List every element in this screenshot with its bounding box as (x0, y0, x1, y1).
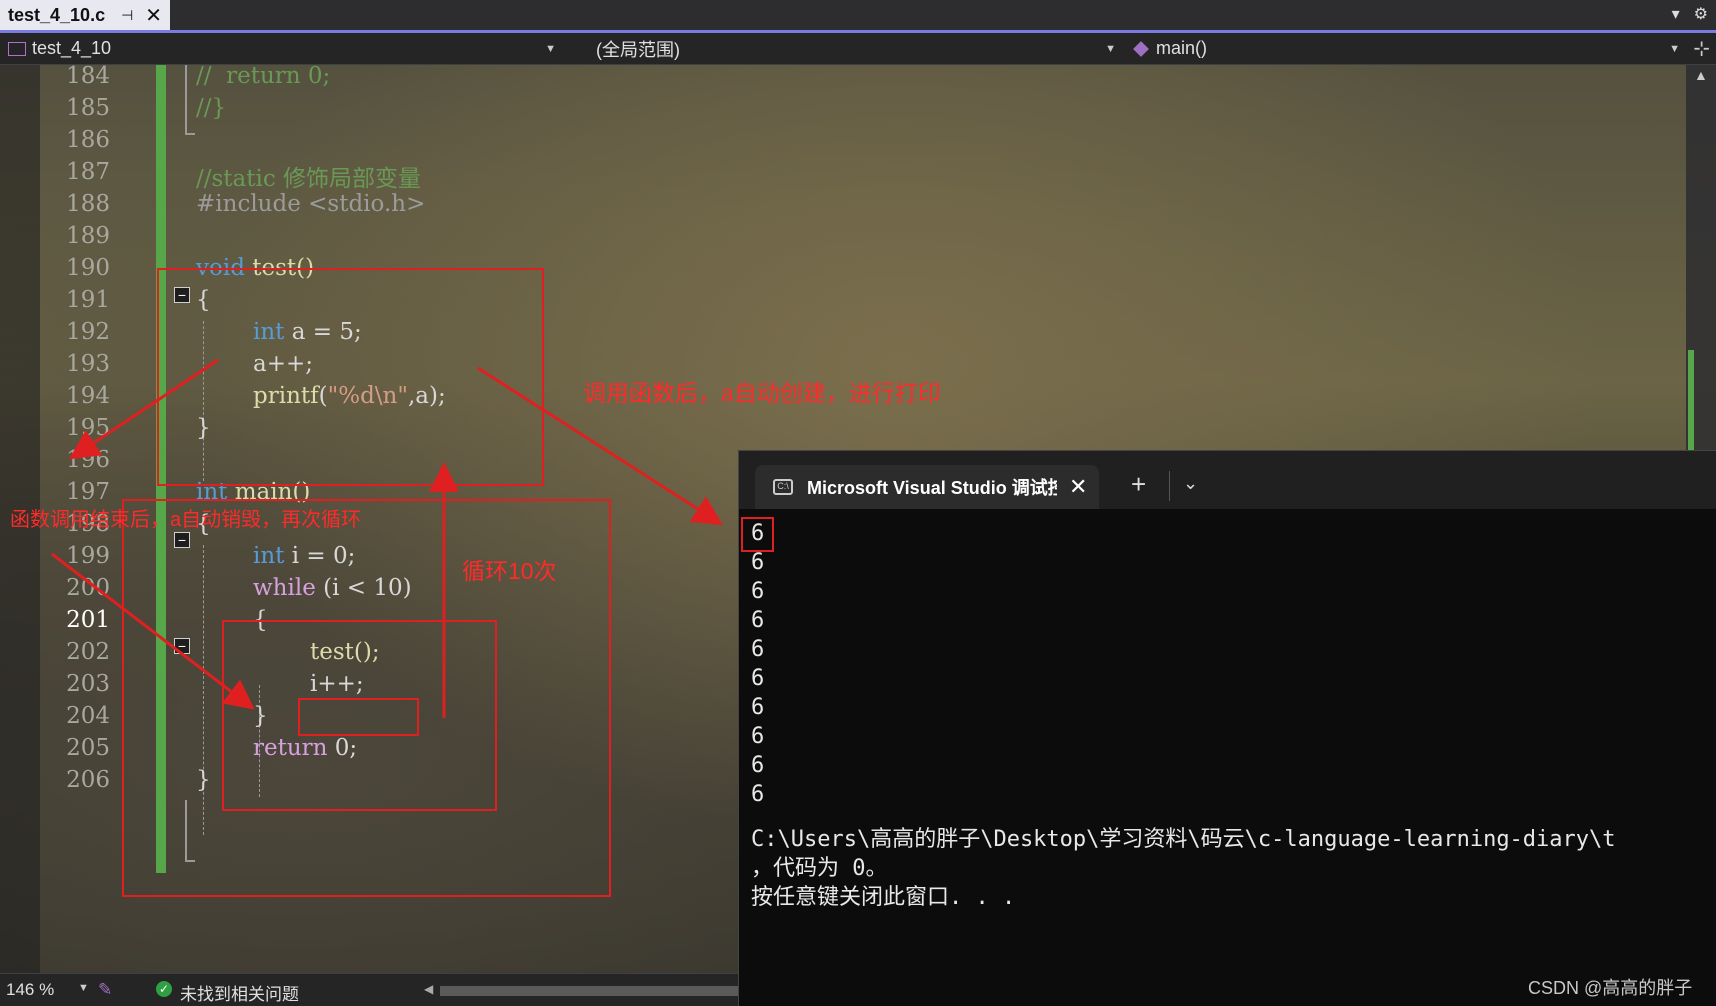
check-circle-icon: ✓ (156, 981, 172, 997)
close-icon[interactable]: ✕ (1069, 474, 1087, 500)
line-number: 189 (66, 223, 110, 249)
chevron-down-icon: ▼ (1105, 42, 1116, 55)
pin-icon[interactable]: ⊣ (121, 7, 133, 24)
tab-title: test_4_10.c (8, 4, 106, 25)
visual-studio-window: test_4_10.c ⊣ ✕ ▾ ⚙ test_4_10 ▼ (全局范围) ▼… (0, 0, 1716, 1006)
terminal-output-line: 6 (751, 608, 765, 633)
member-name: main() (1156, 38, 1208, 58)
terminal-title: Microsoft Visual Studio 调试控制台 (807, 478, 1057, 498)
method-cube-icon (1133, 40, 1149, 57)
line-number: 206 (66, 767, 110, 793)
project-icon (8, 41, 26, 56)
annotation-create-print: 调用函数后，a自动创建，进行打印 (583, 380, 941, 406)
terminal-tab[interactable]: C:\ Microsoft Visual Studio 调试控制台 ✕ (755, 465, 1099, 509)
line-number: 194 (66, 383, 110, 409)
line-number: 191 (66, 287, 110, 313)
line-number: 192 (66, 319, 110, 345)
line-number: 205 (66, 735, 110, 761)
line-number: 186 (66, 127, 110, 153)
line-number: 204 (66, 703, 110, 729)
new-tab-plus-icon[interactable]: + (1131, 469, 1146, 500)
line-number: 203 (66, 671, 110, 697)
terminal-press-key: 按任意键关闭此窗口. . . (751, 885, 1016, 910)
terminal-output-line: 6 (751, 753, 765, 778)
debug-console-window[interactable]: C:\ Microsoft Visual Studio 调试控制台 ✕ + ⌄ … (738, 450, 1716, 1006)
line-number: 190 (66, 255, 110, 281)
line-number: 184 (66, 65, 110, 89)
line-number: 201 (66, 607, 110, 633)
code-line-185: //} (196, 95, 227, 121)
watermark: CSDN @高高的胖子 (1528, 978, 1693, 998)
terminal-output-line: 6 (751, 666, 765, 691)
terminal-exit-line: ，代码为 0。 (751, 856, 888, 881)
annotation-box-test-function (157, 268, 544, 486)
terminal-output-line: 6 (751, 521, 765, 546)
annotation-box-first-output (741, 517, 774, 552)
code-line-188: #include <stdio.h> (196, 191, 426, 217)
code-line-184: // return 0; (196, 65, 331, 89)
project-name: test_4_10 (32, 38, 112, 58)
project-dropdown[interactable]: test_4_10 ▼ (0, 33, 562, 64)
issues-status[interactable]: 未找到相关问题 (180, 980, 299, 1005)
chevron-down-icon[interactable]: ▼ (78, 982, 89, 994)
code-line-187: //static 修饰局部变量 (196, 166, 422, 192)
document-tab-test-4-10[interactable]: test_4_10.c ⊣ ✕ (0, 0, 170, 30)
terminal-path-line: C:\Users\高高的胖子\Desktop\学习资料\码云\c-languag… (751, 827, 1616, 852)
scrollbar-change-marker (1688, 350, 1694, 450)
chevron-down-icon: ▼ (1669, 42, 1680, 55)
annotation-box-test-call (298, 698, 419, 736)
line-number: 200 (66, 575, 110, 601)
line-number: 196 (66, 447, 110, 473)
line-number: 188 (66, 191, 110, 217)
split-view-icon[interactable]: ⊹ (1693, 36, 1710, 61)
terminal-output-line: 6 (751, 579, 765, 604)
scope-label: (全局范围) (596, 39, 680, 60)
terminal-output-line: 6 (751, 695, 765, 720)
chevron-down-icon: ▼ (545, 42, 556, 55)
annotation-loop-10: 循环10次 (462, 558, 557, 584)
terminal-tab-strip: C:\ Microsoft Visual Studio 调试控制台 ✕ + ⌄ (739, 451, 1716, 509)
line-number: 199 (66, 543, 110, 569)
scroll-left-icon[interactable]: ◀ (424, 982, 433, 996)
terminal-output-line: 6 (751, 550, 765, 575)
horizontal-scrollbar[interactable] (440, 986, 738, 996)
line-number: 202 (66, 639, 110, 665)
line-number: 197 (66, 479, 110, 505)
settings-gear-icon[interactable]: ⚙ (1694, 4, 1708, 24)
scope-dropdown[interactable]: (全局范围) ▼ (566, 33, 1122, 64)
status-bar: 146 % ▼ ✎ ✓ 未找到相关问题 ◀ (0, 973, 738, 1006)
line-number: 185 (66, 95, 110, 121)
scope-bracket (185, 65, 195, 135)
close-tab-icon[interactable]: ✕ (145, 3, 162, 28)
line-number: 187 (66, 159, 110, 185)
member-dropdown[interactable]: main() ▼ (1130, 33, 1686, 64)
annotation-destroy-loop: 函数调用结束后，a自动销毁，再次循环 (10, 509, 362, 531)
scroll-up-icon[interactable]: ▲ (1694, 67, 1708, 83)
terminal-output: 6 6 6 6 6 6 6 6 6 6 C:\Users\高高的胖子\Desktop\学习资料\码… (751, 519, 1711, 912)
document-tab-bar: test_4_10.c ⊣ ✕ ▾ ⚙ (0, 0, 1716, 33)
chevron-down-icon[interactable]: ⌄ (1183, 473, 1198, 494)
tab-dropdown-icon[interactable]: ▾ (1672, 4, 1680, 24)
tab-separator (1169, 471, 1170, 501)
console-icon: C:\ (773, 479, 793, 495)
navigation-bar: test_4_10 ▼ (全局范围) ▼ main() ▼ ⊹ (0, 33, 1716, 65)
zoom-level[interactable]: 146 % (6, 980, 54, 1000)
terminal-output-line: 6 (751, 724, 765, 749)
line-number: 193 (66, 351, 110, 377)
code-cleanup-brush-icon[interactable]: ✎ (98, 980, 112, 1000)
terminal-output-line: 6 (751, 782, 765, 807)
terminal-output-line: 6 (751, 637, 765, 662)
line-number: 195 (66, 415, 110, 441)
